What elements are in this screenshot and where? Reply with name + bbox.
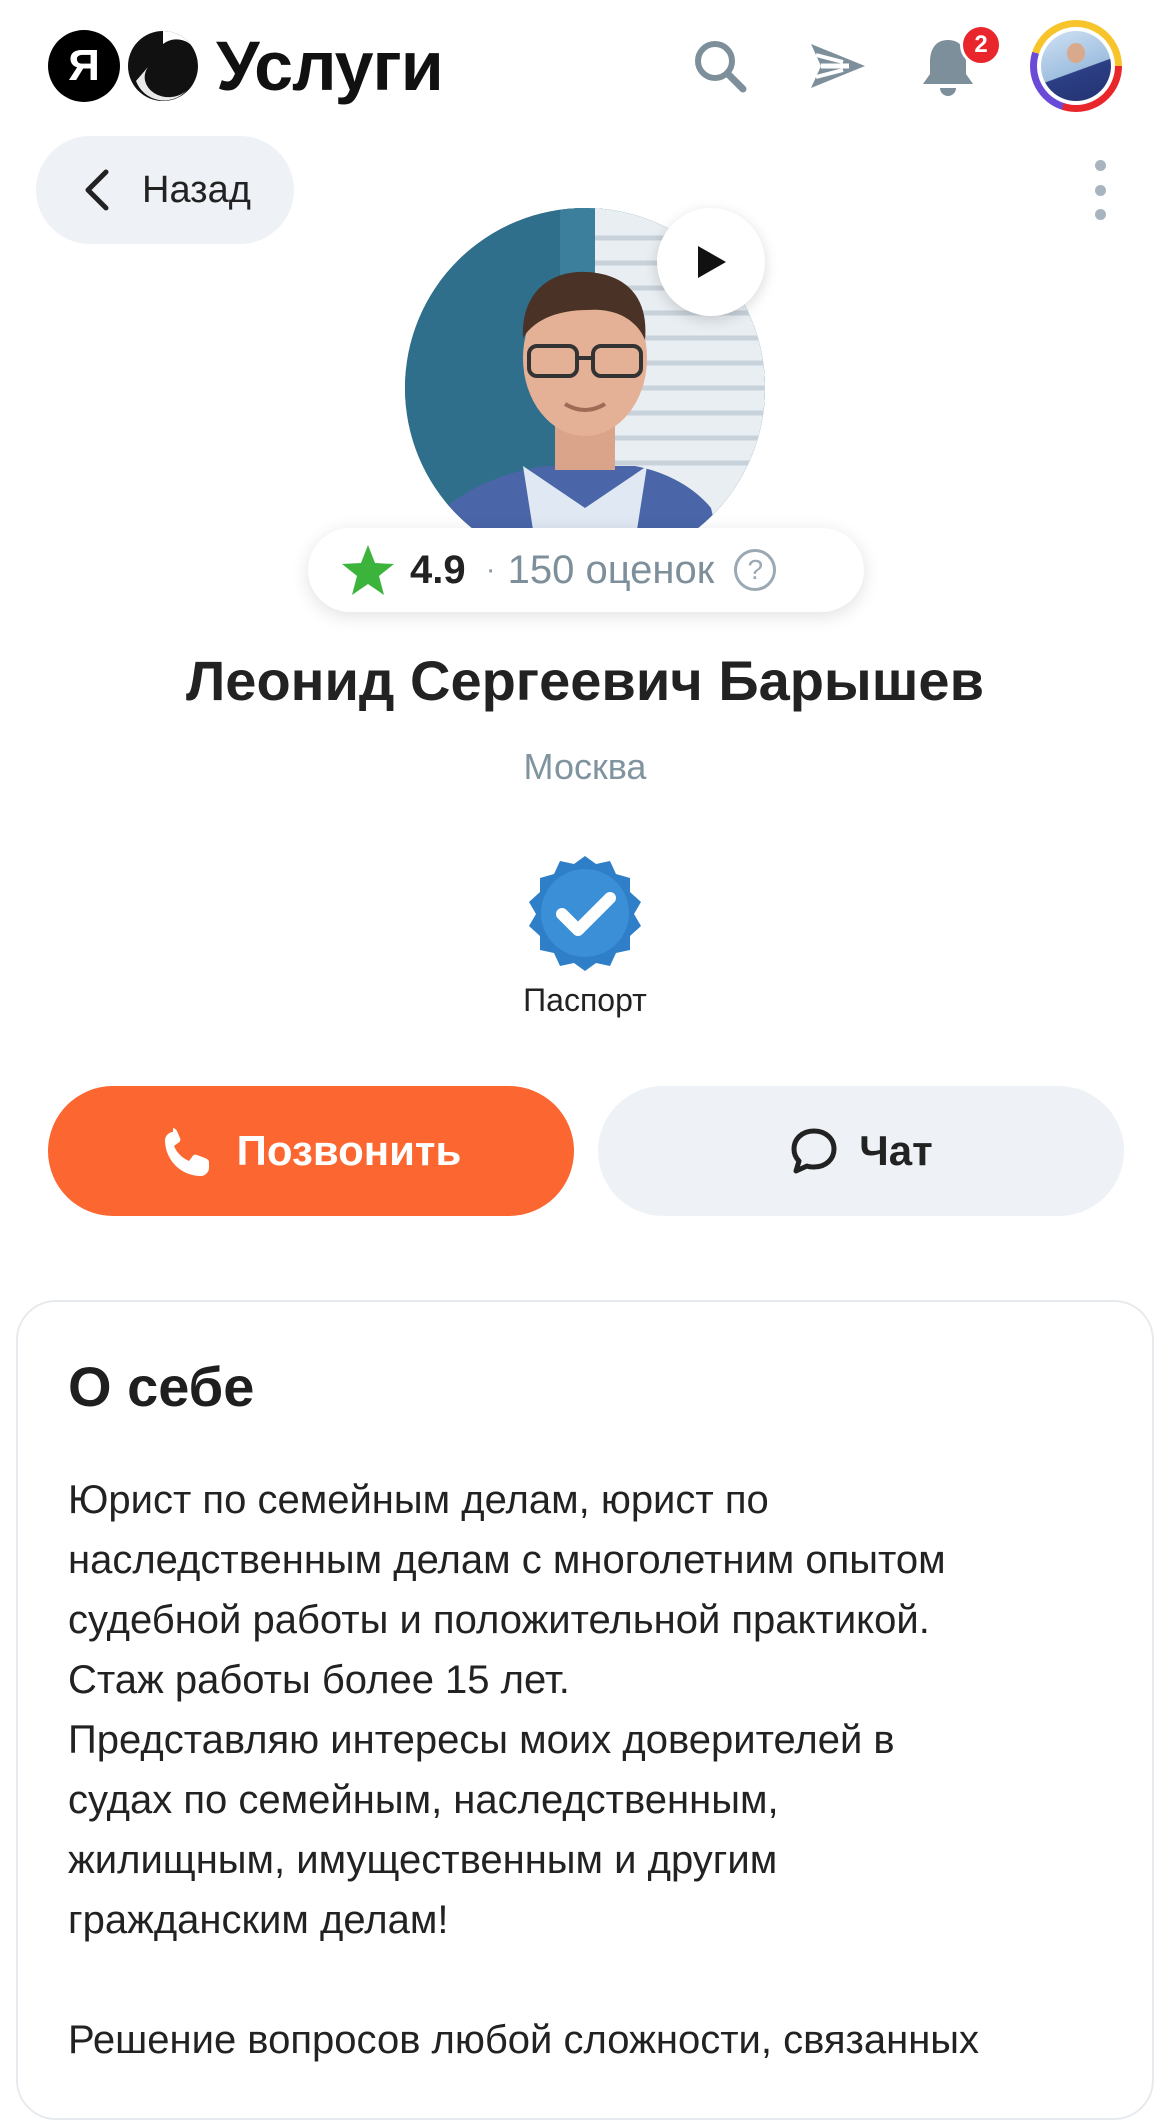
call-button[interactable]: Позвонить — [48, 1086, 574, 1216]
star-icon — [342, 545, 394, 595]
chat-bubble-icon — [791, 1128, 837, 1174]
passport-verified-icon[interactable] — [524, 852, 646, 974]
call-button-label: Позвонить — [236, 1127, 462, 1174]
services-swirl-icon — [128, 31, 199, 101]
about-card: О себе Юрист по семейным делам, юрист по… — [16, 1300, 1154, 2120]
logo-text: Услуги — [216, 27, 444, 105]
search-icon[interactable] — [682, 28, 758, 104]
send-icon[interactable] — [800, 28, 876, 104]
rating-pill[interactable]: 4.9 · 150 оценок ? — [308, 528, 864, 612]
play-video-button[interactable] — [657, 208, 765, 316]
avatar-image — [1041, 31, 1111, 101]
chat-button-label: Чат — [859, 1127, 933, 1174]
play-icon — [698, 246, 726, 278]
rating-value: 4.9 — [410, 547, 466, 592]
yandex-services-logo[interactable]: Я Услуги — [48, 27, 444, 105]
user-avatar[interactable] — [1030, 20, 1122, 112]
about-text: Юрист по семейным делам, юрист по наслед… — [68, 1478, 980, 2062]
chat-button[interactable]: Чат — [598, 1086, 1124, 1216]
reviews-count: 150 оценок — [507, 547, 715, 592]
rating-separator: · — [485, 553, 496, 586]
app-header: Я Услуги 2 — [0, 0, 1170, 130]
back-button[interactable]: Назад — [36, 136, 294, 244]
chevron-left-icon — [85, 169, 109, 211]
about-title: О себе — [68, 1355, 255, 1418]
more-vertical-icon[interactable] — [1080, 160, 1120, 220]
help-icon[interactable]: ? — [734, 549, 777, 591]
yandex-logo-letter: Я — [48, 30, 120, 102]
back-label: Назад — [142, 168, 251, 211]
passport-verified-label: Паспорт — [523, 982, 647, 1018]
notification-badge: 2 — [960, 24, 1002, 66]
specialist-name: Леонид Сергеевич Барышев — [186, 649, 984, 712]
specialist-city: Москва — [523, 746, 647, 787]
phone-icon — [164, 1128, 209, 1176]
